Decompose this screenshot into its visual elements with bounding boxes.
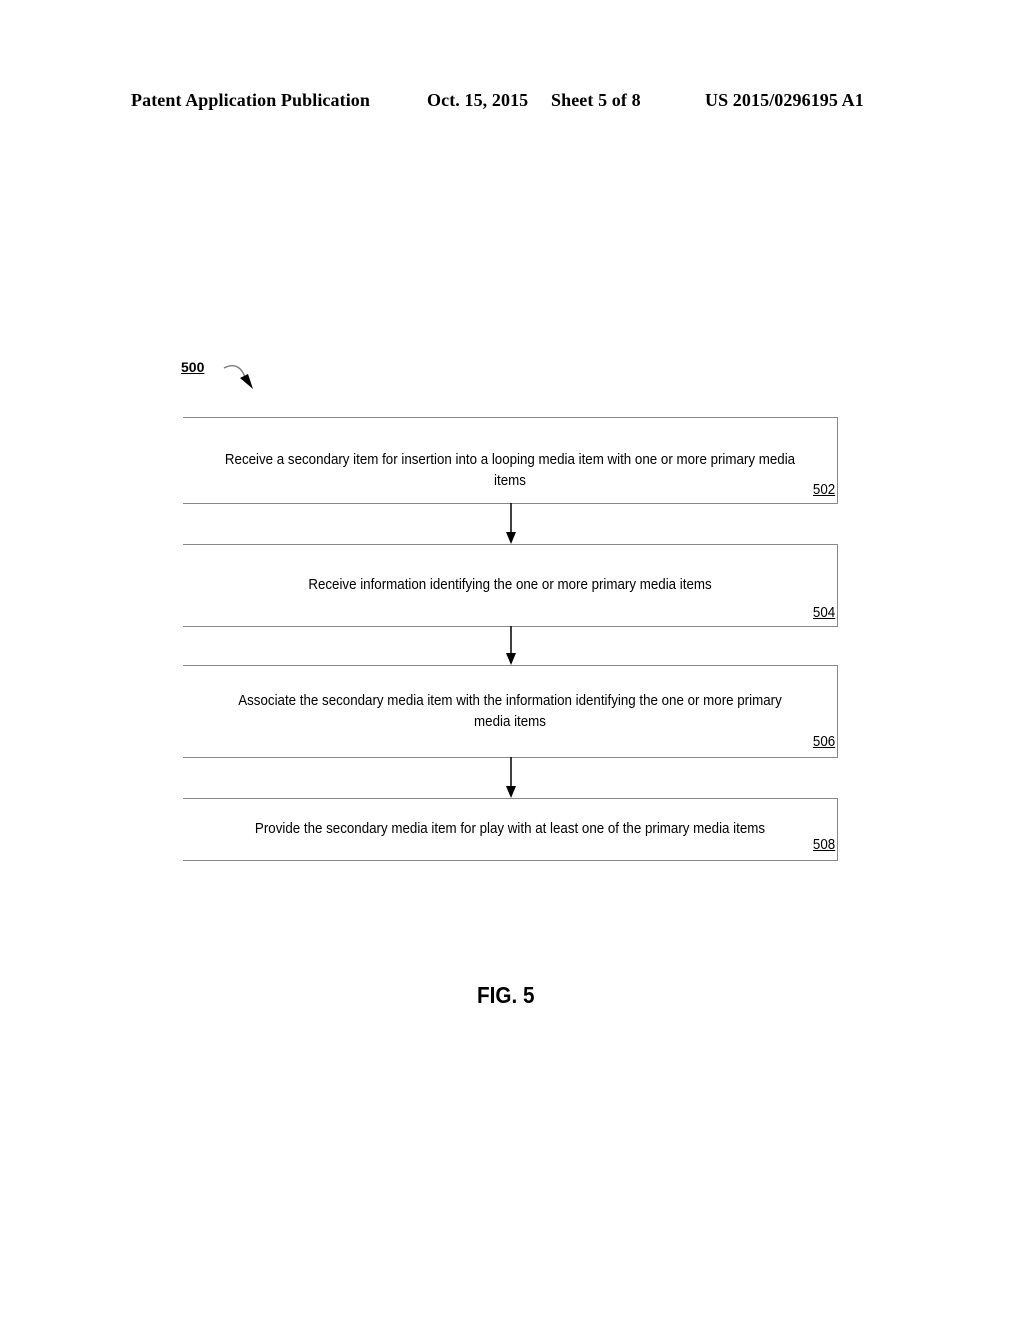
sheet-number: Sheet 5 of 8 xyxy=(551,90,641,110)
step-ref: 506 xyxy=(812,734,835,750)
flow-arrow-icon xyxy=(506,503,516,544)
step-ref: 504 xyxy=(812,605,835,621)
step-text: Associate the secondary media item with … xyxy=(238,693,782,730)
step-text: Provide the secondary media item for pla… xyxy=(254,821,766,837)
step-box-508: Provide the secondary media item for pla… xyxy=(183,798,838,861)
step-box-502: Receive a secondary item for insertion i… xyxy=(183,417,838,504)
step-box-504: Receive information identifying the one … xyxy=(183,544,838,627)
step-ref: 508 xyxy=(812,837,835,853)
step-text: Receive information identifying the one … xyxy=(308,577,712,593)
step-text: Receive a secondary item for insertion i… xyxy=(224,452,796,489)
figure-reference: 500 xyxy=(181,359,205,375)
publication-date: Oct. 15, 2015 xyxy=(427,90,529,110)
flow-arrow-icon xyxy=(506,757,516,798)
figure-caption: FIG. 5 xyxy=(477,982,535,1008)
patent-number: US 2015/0296195 A1 xyxy=(705,90,864,110)
step-ref: 502 xyxy=(812,482,835,498)
lead-arrow-icon xyxy=(223,365,253,389)
publication-label: Patent Application Publication xyxy=(131,90,371,110)
step-box-506: Associate the secondary media item with … xyxy=(183,665,838,758)
flow-arrow-icon xyxy=(506,626,516,665)
